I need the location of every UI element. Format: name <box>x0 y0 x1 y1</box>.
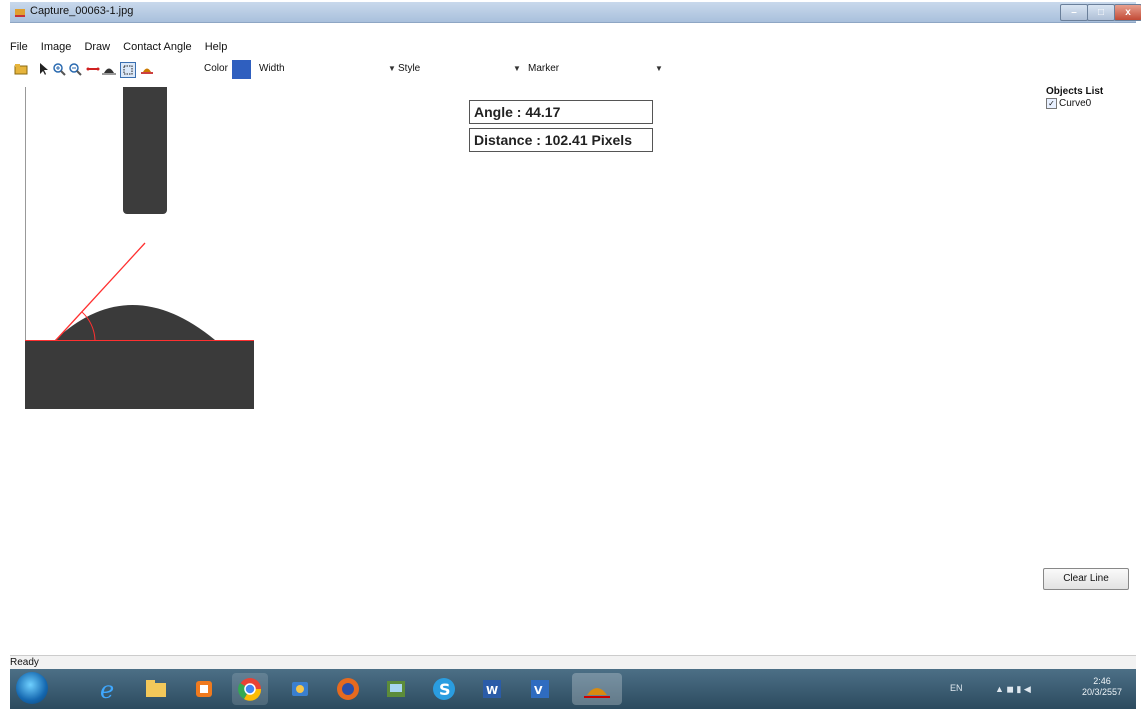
start-button[interactable] <box>16 672 48 704</box>
chrome-icon[interactable] <box>232 673 268 705</box>
angle-readout: Angle : 44.17 <box>469 100 653 124</box>
needle-image <box>123 87 167 214</box>
menu-bar: File Image Draw Contact Angle Help <box>10 41 237 57</box>
zoom-out-icon[interactable] <box>68 62 82 76</box>
svg-text:V: V <box>534 684 543 697</box>
style-label: Style <box>398 63 421 74</box>
clock-date: 20/3/2557 <box>1082 687 1123 697</box>
toolbar: Color Width ▼ Style ▼ Marker ▼ <box>10 59 1136 81</box>
minimize-button[interactable]: – <box>1060 4 1088 21</box>
distance-readout: Distance : 102.41 Pixels <box>469 128 653 152</box>
select-icon[interactable] <box>120 62 136 78</box>
photos-icon[interactable] <box>378 673 414 705</box>
width-label: Width <box>259 63 285 74</box>
svg-text:W: W <box>486 684 498 697</box>
marker-dropdown-arrow-icon[interactable]: ▼ <box>655 64 663 73</box>
style-dropdown-arrow-icon[interactable]: ▼ <box>513 64 521 73</box>
menu-help[interactable]: Help <box>205 41 228 53</box>
maximize-button[interactable]: □ <box>1087 4 1115 21</box>
ie-icon[interactable]: e <box>90 673 126 705</box>
menu-file[interactable]: File <box>10 41 28 53</box>
firefox-icon[interactable] <box>330 673 366 705</box>
width-dropdown-arrow-icon[interactable]: ▼ <box>388 64 396 73</box>
color-label: Color <box>204 63 228 74</box>
svg-text:S: S <box>439 680 451 699</box>
window-title: Capture_00063-1.jpg <box>30 5 134 17</box>
status-text: Ready <box>10 657 39 668</box>
maximize-icon: □ <box>1097 7 1105 18</box>
pointer-icon[interactable] <box>36 62 50 76</box>
zoom-in-icon[interactable] <box>52 62 66 76</box>
app-icon <box>15 9 25 17</box>
paint-icon[interactable] <box>282 673 318 705</box>
close-button[interactable]: x <box>1114 4 1141 21</box>
object-item-label: Curve0 <box>1059 98 1092 110</box>
status-bar <box>10 655 1136 670</box>
explorer-icon[interactable] <box>138 673 174 705</box>
menu-image[interactable]: Image <box>41 41 72 53</box>
tray-language[interactable]: EN <box>950 683 963 693</box>
object-item-curve0[interactable]: ✓ Curve0 <box>1046 98 1091 109</box>
marker-label: Marker <box>528 63 560 74</box>
menu-contact-angle[interactable]: Contact Angle <box>123 41 192 53</box>
checkbox-icon[interactable]: ✓ <box>1046 98 1057 109</box>
word-icon[interactable]: W <box>474 673 510 705</box>
drop-overlay <box>55 242 215 341</box>
color-picker[interactable] <box>232 60 251 79</box>
media-player-icon[interactable] <box>186 673 222 705</box>
clear-line-button[interactable]: Clear Line <box>1043 568 1129 590</box>
contact-angle-icon[interactable] <box>140 62 154 76</box>
svg-text:e: e <box>100 676 114 704</box>
contact-angle-app-icon[interactable] <box>572 673 622 705</box>
clock-time: 2:46 <box>1093 676 1111 686</box>
substrate-image <box>25 340 254 409</box>
objects-list-label: Objects List <box>1046 86 1104 97</box>
taskbar: e S W V <box>10 669 1136 709</box>
tray-clock[interactable]: 2:46 20/3/2557 <box>1082 676 1122 698</box>
skype-icon[interactable]: S <box>426 673 462 705</box>
close-icon: x <box>1125 7 1131 18</box>
title-bar: Capture_00063-1.jpg – □ x <box>10 2 1141 23</box>
open-icon[interactable] <box>14 62 28 76</box>
droplet-shape <box>55 305 215 340</box>
minimize-icon: – <box>1071 7 1077 18</box>
baseline-icon[interactable] <box>102 62 116 76</box>
visio-icon[interactable]: V <box>522 673 558 705</box>
tray-icons[interactable]: ▲ ◼ ▮ ◀ <box>995 684 1031 695</box>
menu-draw[interactable]: Draw <box>84 41 110 53</box>
line-icon[interactable] <box>86 62 100 76</box>
